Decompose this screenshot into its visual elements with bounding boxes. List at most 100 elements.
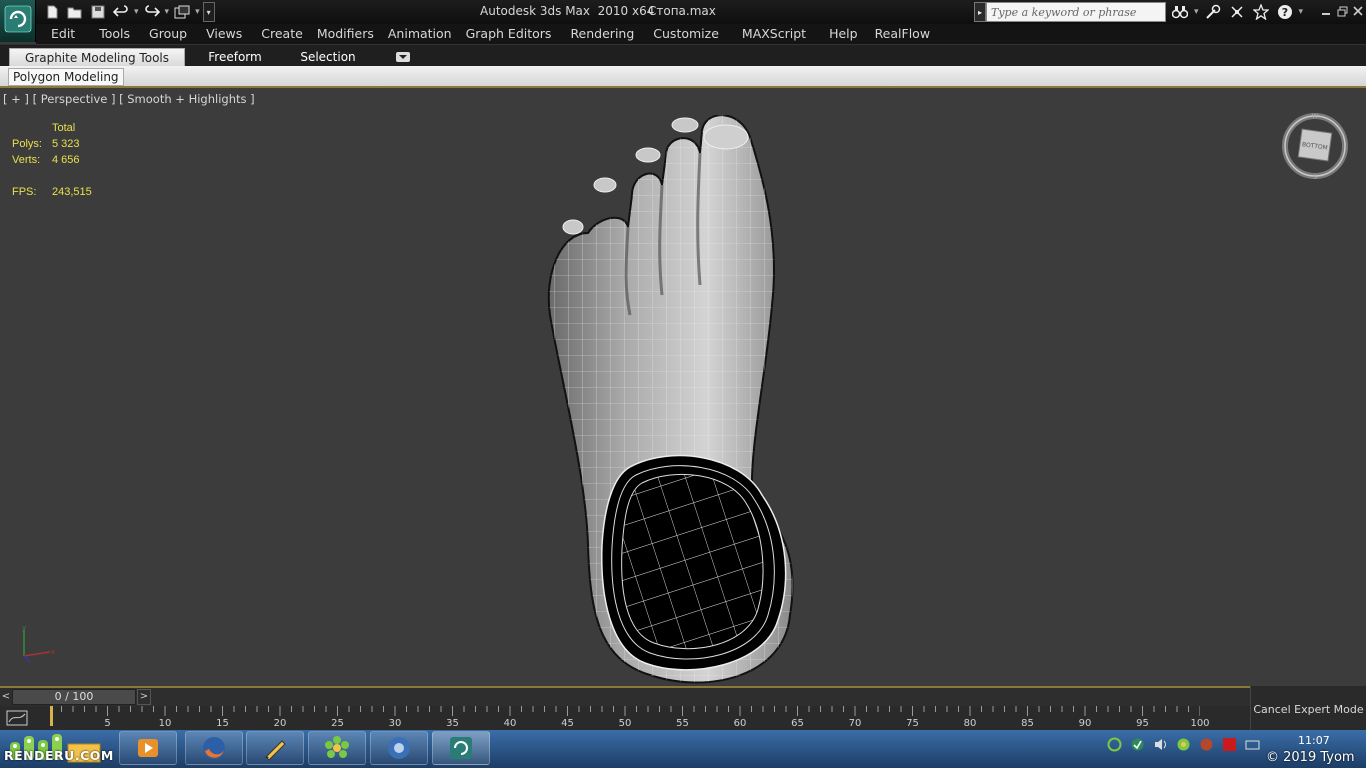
ribbon-minimize-toggle[interactable] [396,52,410,62]
time-slider[interactable]: < 0 / 100 > [0,686,1366,706]
ruler-tick-label: 65 [791,718,804,729]
ruler-tick-label: 30 [388,718,402,729]
verts-value: 4 656 [52,154,80,166]
menu-rendering[interactable]: Rendering [558,24,641,44]
paint-icon [265,740,286,761]
new-icon[interactable] [42,2,62,22]
windows-taskbar: 11:07 [0,730,1366,768]
tray-update-icon[interactable] [1129,736,1146,753]
menu-edit[interactable]: Edit [36,24,82,44]
tray-network-icon[interactable] [1106,736,1123,753]
menu-graph-editors[interactable]: Graph Editors [459,24,559,44]
viewcube[interactable]: BOTTOM W S [1280,111,1350,181]
tab-graphite-modeling-tools[interactable]: Graphite Modeling Tools [9,48,185,67]
ruler-tick-label: 70 [848,718,862,729]
axis-tripod-icon: y x [22,624,55,663]
save-icon[interactable] [88,2,108,22]
ruler-tick-label: 35 [446,718,459,729]
3dsmax-icon [450,737,472,759]
track-bar[interactable]: 5 10 15 20 25 30 35 40 45 50 55 60 65 70 75 80 85 90 95 100 [0,706,1250,730]
ruler-tick-label: 55 [676,718,689,729]
ruler-tick-label: 75 [906,718,919,729]
verts-label: Verts: [12,154,41,166]
ruler-tick-label: 85 [1021,718,1034,729]
binoculars-icon[interactable] [1170,2,1190,22]
tray-adobe-icon[interactable] [1221,736,1238,753]
system-tray [1106,736,1261,753]
time-slider-prev-button[interactable]: < [0,689,12,705]
cancel-expert-mode-button[interactable]: Cancel Expert Mode [1250,686,1366,730]
taskbar-clock[interactable]: 11:07 [1298,734,1330,747]
menu-customize[interactable]: Customize [641,24,726,44]
renderu-watermark: RENDERU.COM [4,748,114,763]
tray-icq-icon[interactable] [1175,736,1192,753]
ribbon-tab-bar: Graphite Modeling Tools Freeform Selecti… [0,44,1366,67]
menu-help[interactable]: Help [813,24,865,44]
tray-volume-icon[interactable] [1152,736,1169,753]
infocenter-toolbar: ▾ ? ▾ [1170,2,1303,22]
menu-create[interactable]: Create [249,24,310,44]
window-controls [1320,3,1364,19]
redo-icon[interactable] [142,2,162,22]
taskbar-media-player[interactable] [119,731,177,765]
stats-header: Total [52,122,76,134]
ruler-tick-label: 10 [158,718,172,729]
perspective-viewport[interactable]: [ + ] [ Perspective ] [ Smooth + Highlig… [0,89,1366,686]
minimize-icon[interactable] [1320,3,1332,19]
time-slider-frame[interactable]: 0 / 100 [12,689,136,705]
current-frame-marker[interactable] [50,706,53,726]
tab-freeform[interactable]: Freeform [190,48,280,67]
taskbar-chrome[interactable] [370,731,428,765]
copyright-watermark: © 2019 Tyom [1266,750,1355,765]
svg-text:y: y [22,624,26,632]
open-icon[interactable] [65,2,85,22]
svg-text:x: x [51,648,55,656]
fps-value: 243,515 [52,186,92,198]
search-expand-button[interactable]: ▸ [974,2,986,22]
tab-selection[interactable]: Selection [288,48,368,67]
file-name: Стопа.max [648,4,716,18]
quick-access-toolbar: ▾ ▾ ▾ ▾ [42,2,215,22]
help-icon[interactable]: ? [1275,2,1295,22]
ruler-tick-label: 80 [963,718,977,729]
qat-menu-button[interactable]: ▾ [202,2,215,22]
taskbar-firefox[interactable] [185,731,243,765]
menu-realflow[interactable]: RealFlow [865,24,937,44]
polygon-modeling-panel[interactable]: Polygon Modeling [8,68,124,86]
undo-icon[interactable] [111,2,131,22]
subscription-key-icon[interactable] [1203,2,1223,22]
search-input[interactable] [986,2,1166,22]
ruler-tick-label: 5 [104,718,111,729]
foot-mesh-model[interactable] [540,115,810,690]
title-bar: ▾ ▾ ▾ ▾ Autodesk 3ds Max 2010 x64 Стопа.… [0,0,1366,42]
menu-tools[interactable]: Tools [82,24,137,44]
favorites-star-icon[interactable] [1251,2,1271,22]
taskbar-paint[interactable] [246,731,304,765]
menu-modifiers[interactable]: Modifiers [310,24,381,44]
menu-views[interactable]: Views [194,24,249,44]
menu-animation[interactable]: Animation [381,24,459,44]
ruler-tick-label: 20 [273,718,287,729]
project-folder-icon[interactable] [172,2,192,22]
3dsmax-logo-icon [4,5,32,33]
tray-app-icon[interactable] [1198,736,1215,753]
svg-text:?: ? [1281,6,1287,19]
mini-curve-editor-icon[interactable] [6,710,28,726]
menu-group[interactable]: Group [137,24,194,44]
application-button[interactable] [0,0,36,42]
taskbar-3dsmax[interactable] [432,731,490,765]
project-dropdown-icon[interactable]: ▾ [195,7,200,17]
taskbar-icq[interactable] [308,731,366,765]
close-icon[interactable] [1352,3,1364,19]
help-dropdown-icon[interactable]: ▾ [1299,7,1304,17]
communication-center-icon[interactable] [1227,2,1247,22]
restore-icon[interactable] [1336,3,1348,19]
tray-keyboard-icon[interactable] [1244,736,1261,753]
time-slider-next-button[interactable]: > [137,689,151,705]
menu-maxscript[interactable]: MAXScript [726,24,813,44]
ruler-tick-label: 25 [331,718,344,729]
viewport-label[interactable]: [ + ] [ Perspective ] [ Smooth + Highlig… [3,92,255,106]
undo-dropdown-icon[interactable]: ▾ [134,7,139,17]
binoculars-dropdown-icon[interactable]: ▾ [1194,7,1199,17]
redo-dropdown-icon[interactable]: ▾ [165,7,170,17]
